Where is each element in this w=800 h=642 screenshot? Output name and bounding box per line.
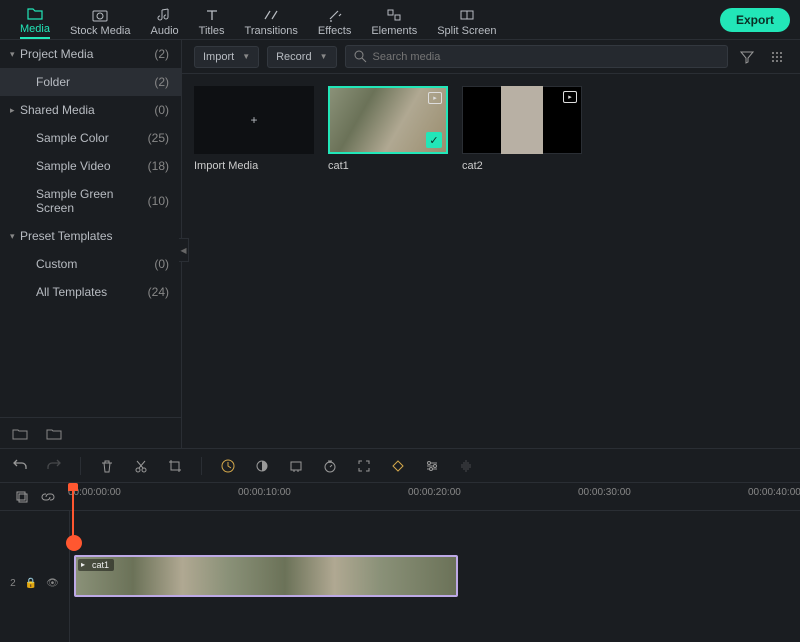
ruler-row: 00:00:00:00 00:00:10:00 00:00:20:00 00:0… [0, 483, 800, 511]
tile-label: Import Media [194, 160, 314, 172]
green-screen-icon[interactable] [288, 458, 304, 474]
sidebar-item-project-media[interactable]: ▾Project Media(2) [0, 40, 181, 68]
new-folder-icon[interactable] [12, 426, 28, 440]
chevron-right-icon: ▸ [10, 105, 20, 116]
search-input[interactable] [373, 51, 720, 63]
chevron-down-icon: ▼ [242, 52, 250, 61]
grid-icon[interactable] [766, 50, 788, 64]
effects-icon [327, 7, 343, 23]
ruler-copy-icon[interactable] [14, 489, 30, 505]
tab-transitions[interactable]: Transitions [235, 3, 308, 37]
tab-titles[interactable]: Titles [189, 3, 235, 37]
expand-icon[interactable] [356, 458, 372, 474]
ruler-tick: 00:00:20:00 [408, 487, 461, 498]
tracks-area[interactable]: cat1 [70, 511, 800, 642]
ruler-tick: 00:00:10:00 [238, 487, 291, 498]
export-button[interactable]: Export [720, 8, 790, 32]
video-badge-icon: ▸ [428, 92, 442, 104]
audio-icon[interactable] [458, 458, 474, 474]
filter-icon[interactable] [736, 50, 758, 64]
chevron-down-icon: ▾ [10, 49, 20, 60]
sidebar-item-preset-templates[interactable]: ▾Preset Templates [0, 222, 181, 250]
crop-icon[interactable] [167, 458, 183, 474]
time-ruler[interactable]: 00:00:00:00 00:00:10:00 00:00:20:00 00:0… [68, 483, 800, 510]
sidebar-item-sample-color[interactable]: Sample Color(25) [0, 124, 181, 152]
track-header: 2 🔒 👁 [0, 511, 70, 642]
keyframe-icon[interactable] [390, 458, 406, 474]
sidebar-item-shared-media[interactable]: ▸Shared Media(0) [0, 96, 181, 124]
sidebar: ▾Project Media(2) Folder(2) ▸Shared Medi… [0, 40, 182, 448]
tab-audio[interactable]: Audio [141, 3, 189, 37]
timeline-panel: 00:00:00:00 00:00:10:00 00:00:20:00 00:0… [0, 448, 800, 642]
undo-icon[interactable] [12, 458, 28, 474]
chevron-down-icon: ▼ [320, 52, 328, 61]
music-icon [157, 7, 173, 23]
transition-icon [263, 7, 279, 23]
sidebar-item-sample-video[interactable]: Sample Video(18) [0, 152, 181, 180]
playhead-handle[interactable] [66, 535, 82, 551]
import-media-tile[interactable]: + [194, 86, 314, 154]
media-tile-cat2[interactable]: ▸ [462, 86, 582, 154]
ruler-link-icon[interactable] [40, 489, 56, 505]
duration-icon[interactable] [322, 458, 338, 474]
sidebar-item-custom[interactable]: Custom(0) [0, 250, 181, 278]
timeline-toolbar [0, 449, 800, 483]
sidebar-item-all-templates[interactable]: All Templates(24) [0, 278, 181, 306]
chevron-down-icon: ▾ [10, 231, 20, 242]
tab-stock-media[interactable]: Stock Media [60, 3, 141, 37]
tile-label: cat1 [328, 160, 448, 172]
cut-icon[interactable] [133, 458, 149, 474]
settings-icon[interactable] [424, 458, 440, 474]
clip-label: cat1 [78, 559, 114, 571]
delete-icon[interactable] [99, 458, 115, 474]
elements-icon [386, 7, 402, 23]
folder-icon[interactable] [46, 426, 62, 440]
timeline-clip-cat1[interactable]: cat1 [74, 555, 458, 597]
sidebar-collapse-button[interactable]: ◀ [179, 238, 189, 262]
tab-media[interactable]: Media [10, 1, 60, 39]
ruler-tick: 00:00:30:00 [578, 487, 631, 498]
split-icon [459, 7, 475, 23]
media-grid: + Import Media ▸ ✓ cat1 ▸ cat2 [182, 74, 800, 448]
content-toolbar: Import▼ Record▼ [182, 40, 800, 74]
top-tabs: Media Stock Media Audio Titles Transitio… [0, 0, 800, 40]
media-tile-cat1[interactable]: ▸ ✓ [328, 86, 448, 154]
tab-elements[interactable]: Elements [361, 3, 427, 37]
tab-effects[interactable]: Effects [308, 3, 361, 37]
tab-split-screen[interactable]: Split Screen [427, 3, 506, 37]
plus-icon: + [250, 113, 257, 127]
sidebar-item-folder[interactable]: Folder(2) [0, 68, 181, 96]
video-badge-icon: ▸ [563, 91, 577, 103]
record-dropdown[interactable]: Record▼ [267, 46, 336, 68]
speed-icon[interactable] [220, 458, 236, 474]
color-icon[interactable] [254, 458, 270, 474]
track-number: 2 [10, 578, 16, 589]
text-icon [204, 7, 220, 23]
camera-icon [92, 7, 108, 23]
check-icon: ✓ [426, 132, 442, 148]
redo-icon[interactable] [46, 458, 62, 474]
ruler-tick: 00:00:40:00 [748, 487, 800, 498]
lock-icon[interactable]: 🔒 [25, 578, 37, 589]
search-icon [354, 50, 367, 63]
eye-icon[interactable]: 👁 [46, 578, 59, 589]
tile-label: cat2 [462, 160, 582, 172]
sidebar-item-sample-green[interactable]: Sample Green Screen(10) [0, 180, 181, 222]
import-dropdown[interactable]: Import▼ [194, 46, 259, 68]
folder-icon [27, 5, 43, 21]
search-field[interactable] [345, 45, 729, 68]
